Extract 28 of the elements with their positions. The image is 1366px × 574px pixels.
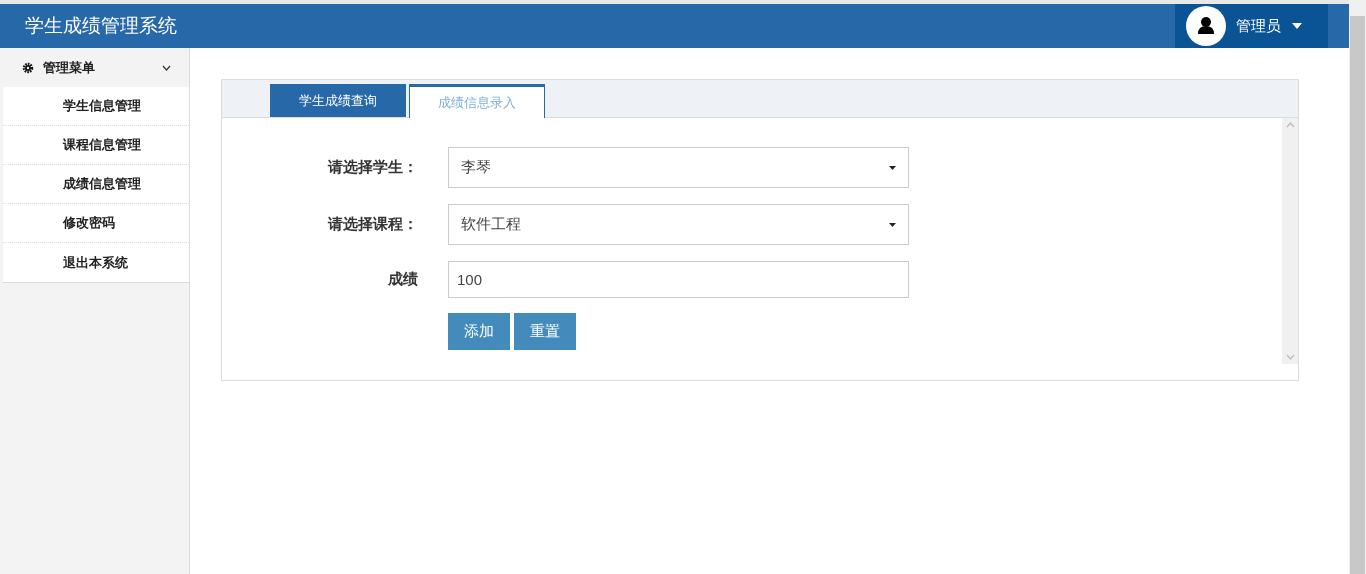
field-label: 成绩 — [387, 270, 419, 289]
sidebar-item[interactable]: 修改密码 — [3, 204, 189, 243]
app-title: 学生成绩管理系统 — [25, 14, 177, 38]
scroll-down-icon[interactable] — [1285, 354, 1295, 360]
select-field[interactable]: 软件工程 — [448, 204, 909, 245]
scrollbar[interactable] — [1282, 118, 1298, 364]
user-menu[interactable]: 管理员 — [1175, 4, 1328, 48]
dropdown-caret-icon — [889, 222, 896, 227]
field-label: 请选择学生： — [326, 158, 419, 177]
dropdown-caret-icon — [889, 165, 896, 170]
sidebar-item[interactable]: 退出本系统 — [3, 243, 189, 282]
field-label: 请选择课程： — [326, 215, 419, 234]
sidebar-item[interactable]: 成绩信息管理 — [3, 165, 189, 204]
settings-icon — [22, 61, 34, 74]
user-name: 管理员 — [1236, 16, 1281, 36]
reset-button[interactable]: 重置 — [514, 313, 576, 350]
scroll-up-icon[interactable] — [1285, 122, 1295, 128]
add-button[interactable]: 添加 — [448, 313, 510, 350]
input-field[interactable]: 100 — [448, 261, 909, 298]
select-field[interactable]: 李琴 — [448, 147, 909, 188]
tab[interactable]: 学生成绩查询 — [270, 84, 406, 117]
menu-header[interactable]: 管理菜单 — [0, 48, 189, 87]
caret-icon — [1291, 22, 1303, 30]
page-scrollbar[interactable] — [1349, 0, 1366, 574]
sidebar-item[interactable]: 课程信息管理 — [3, 126, 189, 165]
user-avatar-icon — [1186, 6, 1226, 46]
menu-title: 管理菜单 — [43, 58, 96, 77]
sidebar-item[interactable]: 学生信息管理 — [3, 87, 189, 126]
